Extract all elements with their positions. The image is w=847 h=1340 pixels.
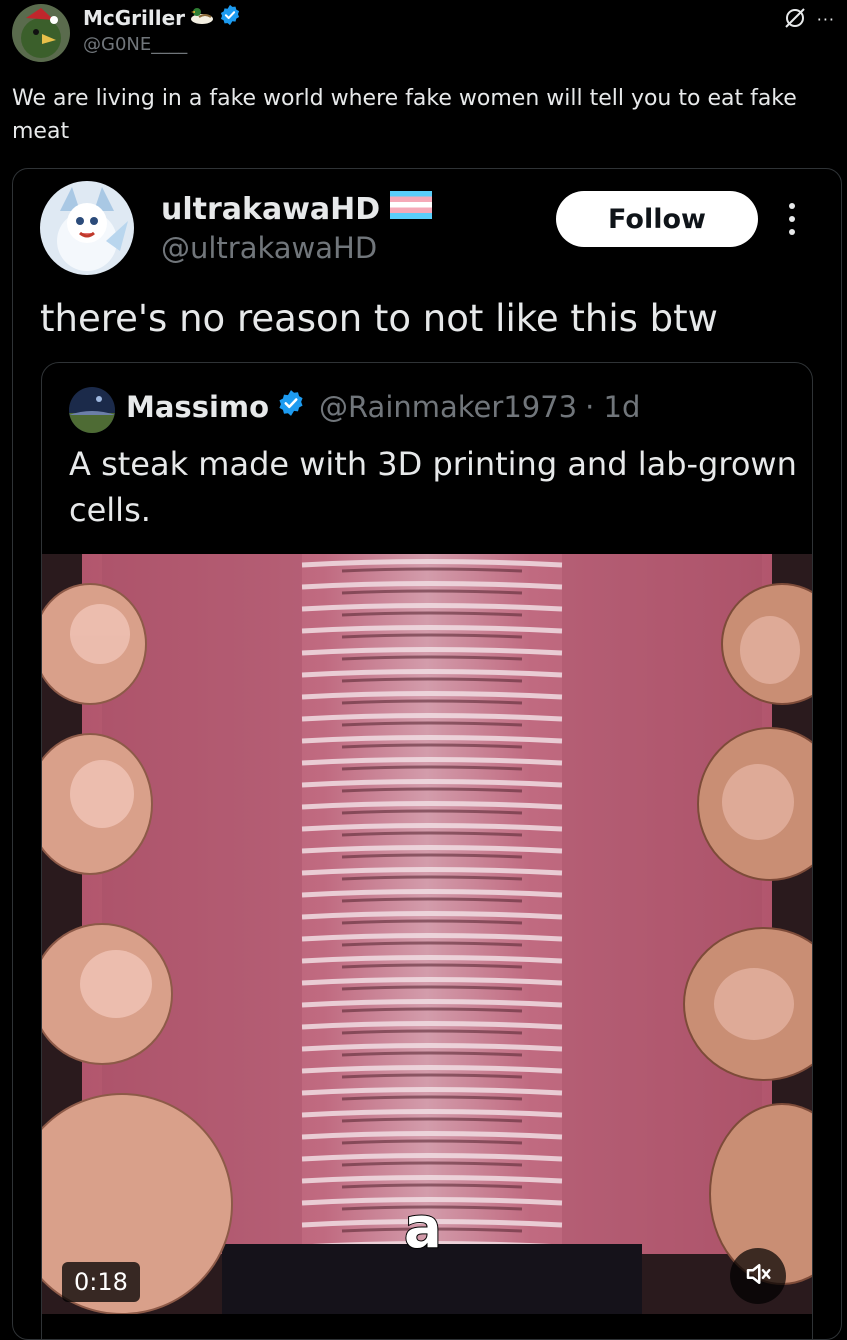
quoted-avatar[interactable] xyxy=(69,387,115,433)
more-horizontal-icon[interactable]: ··· xyxy=(817,12,835,28)
trans-flag-icon xyxy=(390,191,433,227)
embedded-post-card[interactable]: ultrakawaHD @ultrakawaHD Follow there's … xyxy=(12,168,842,1340)
verified-badge-icon xyxy=(277,389,305,424)
quoted-author-handle[interactable]: @Rainmaker1973 xyxy=(319,390,577,424)
author-name[interactable]: McGriller xyxy=(83,6,185,30)
author-handle[interactable]: @G0NE____ xyxy=(83,34,187,55)
follow-button[interactable]: Follow xyxy=(556,191,758,247)
verified-badge-icon xyxy=(219,4,241,31)
author-name-row[interactable]: McGriller xyxy=(83,4,241,31)
quoted-post-card[interactable]: Massimo @Rainmaker1973 · 1d A steak made… xyxy=(41,362,813,1339)
embedded-avatar[interactable] xyxy=(40,181,134,275)
post-text: We are living in a fake world where fake… xyxy=(12,86,797,144)
speaker-muted-icon xyxy=(743,1259,773,1293)
mute-button[interactable] xyxy=(730,1248,786,1304)
video-player[interactable]: a 0:18 xyxy=(42,554,812,1314)
grok-icon[interactable] xyxy=(783,6,807,34)
embedded-author-name[interactable]: ultrakawaHD xyxy=(161,192,380,227)
quoted-header: Massimo @Rainmaker1973 · 1d xyxy=(126,389,640,424)
quoted-author-name[interactable]: Massimo xyxy=(126,390,269,424)
embedded-author-handle[interactable]: @ultrakawaHD xyxy=(161,231,377,265)
quoted-post-text: A steak made with 3D printing and lab-gr… xyxy=(69,445,797,529)
embedded-post-text: there's no reason to not like this btw xyxy=(40,297,718,340)
video-caption: a xyxy=(403,1195,443,1262)
video-duration: 0:18 xyxy=(62,1262,140,1302)
quoted-post-time[interactable]: · 1d xyxy=(585,390,640,424)
post-actions-top: ··· xyxy=(783,6,835,34)
more-vertical-icon[interactable] xyxy=(787,203,797,235)
embedded-name-row[interactable]: ultrakawaHD xyxy=(161,191,433,227)
duck-emoji-icon xyxy=(189,5,215,30)
avatar[interactable] xyxy=(12,4,70,62)
